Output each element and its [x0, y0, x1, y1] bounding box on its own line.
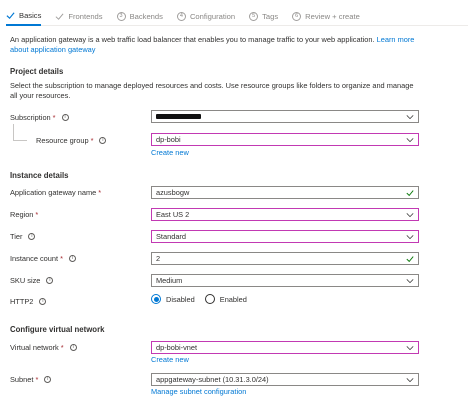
tab-frontends-label: Frontends: [68, 11, 103, 21]
chevron-down-icon: [406, 346, 414, 351]
intro-text: An application gateway is a web traffic …: [10, 35, 420, 55]
tab-tags-label: Tags: [262, 11, 279, 21]
resource-group-label: Resource group * i: [36, 134, 107, 146]
virtual-network-value: dp-bobi-vnet: [156, 343, 198, 352]
check-icon: [6, 11, 15, 20]
tab-backends-label: Backends: [129, 11, 163, 21]
info-icon[interactable]: i: [61, 113, 69, 121]
sku-size-dropdown[interactable]: Medium: [151, 274, 419, 287]
tab-basics-label: Basics: [19, 10, 42, 20]
chevron-down-icon: [406, 213, 414, 218]
region-value: East US 2: [156, 210, 190, 219]
http2-enabled-label: Enabled: [219, 294, 247, 304]
info-icon[interactable]: i: [28, 232, 36, 240]
info-icon[interactable]: i: [44, 375, 52, 383]
step-number: 4: [176, 11, 186, 21]
http2-label: HTTP2 i: [10, 295, 47, 307]
http2-enabled-radio[interactable]: Enabled: [204, 294, 247, 304]
instance-count-label: Instance count * i: [10, 252, 76, 264]
instance-details-heading: Instance details: [10, 171, 69, 180]
tier-label: Tier i: [10, 230, 36, 242]
subnet-value: appgateway-subnet (10.31.3.0/24): [156, 375, 269, 384]
chevron-down-icon: [406, 378, 414, 383]
info-icon[interactable]: i: [39, 297, 47, 305]
info-icon[interactable]: i: [46, 276, 54, 284]
tab-tags[interactable]: 5 Tags: [249, 6, 278, 26]
virtual-network-dropdown[interactable]: dp-bobi-vnet: [151, 341, 419, 354]
tab-review-create[interactable]: 6 Review + create: [292, 6, 360, 26]
step-number: 5: [249, 11, 259, 21]
wizard-tabs: Basics Frontends 3 Backends 4 Configurat…: [6, 6, 468, 26]
tab-configuration[interactable]: 4 Configuration: [176, 6, 236, 26]
virtual-network-heading: Configure virtual network: [10, 325, 105, 334]
gateway-name-input[interactable]: azusbogw: [151, 186, 419, 199]
project-details-description: Select the subscription to manage deploy…: [10, 81, 414, 100]
http2-disabled-radio[interactable]: Disabled: [151, 294, 195, 304]
info-icon[interactable]: i: [68, 254, 76, 262]
chevron-down-icon: [406, 138, 414, 143]
region-dropdown[interactable]: East US 2: [151, 208, 419, 221]
tab-backends[interactable]: 3 Backends: [116, 6, 163, 26]
required-marker: *: [90, 135, 94, 145]
tier-dropdown[interactable]: Standard: [151, 230, 419, 243]
info-icon[interactable]: i: [69, 343, 77, 351]
hierarchy-connector: [13, 124, 27, 141]
tab-frontends[interactable]: Frontends: [55, 6, 103, 26]
subscription-label: Subscription * i: [10, 111, 69, 123]
instance-count-value: 2: [156, 254, 161, 263]
subnet-dropdown[interactable]: appgateway-subnet (10.31.3.0/24): [151, 373, 419, 386]
tab-basics[interactable]: Basics: [6, 6, 42, 26]
required-marker: *: [52, 112, 56, 122]
subscription-dropdown[interactable]: [151, 110, 419, 123]
redacted-value: [156, 114, 201, 119]
subnet-label: Subnet * i: [10, 373, 52, 385]
required-marker: *: [35, 209, 39, 219]
chevron-down-icon: [406, 279, 414, 284]
intro-description: An application gateway is a web traffic …: [10, 35, 375, 44]
manage-subnet-configuration-link[interactable]: Manage subnet configuration: [151, 387, 246, 396]
required-marker: *: [60, 253, 63, 263]
create-new-vnet-link[interactable]: Create new: [151, 355, 189, 364]
tab-configuration-label: Configuration: [189, 11, 236, 21]
check-icon: [55, 12, 64, 21]
required-marker: *: [60, 342, 64, 352]
http2-disabled-label: Disabled: [166, 294, 195, 304]
required-marker: *: [35, 374, 39, 384]
step-number: 6: [292, 11, 302, 21]
tab-review-create-label: Review + create: [305, 11, 360, 21]
gateway-name-label: Application gateway name *: [10, 187, 102, 197]
resource-group-dropdown[interactable]: dp-bobi: [151, 133, 419, 146]
virtual-network-label: Virtual network * i: [10, 341, 77, 353]
resource-group-value: dp-bobi: [156, 135, 181, 144]
required-marker: *: [98, 187, 102, 197]
http2-radio-group: Disabled Enabled: [151, 294, 257, 304]
radio-empty-icon: [204, 294, 215, 304]
sku-size-label: SKU size i: [10, 274, 54, 286]
chevron-down-icon: [406, 235, 414, 240]
info-icon[interactable]: i: [99, 136, 107, 144]
step-number: 3: [116, 11, 126, 21]
valid-check-icon: [406, 190, 414, 197]
radio-selected-icon: [151, 294, 161, 304]
valid-check-icon: [406, 256, 414, 263]
project-details-heading: Project details: [10, 67, 64, 76]
chevron-down-icon: [406, 115, 414, 120]
instance-count-input[interactable]: 2: [151, 252, 419, 265]
create-new-resource-group-link[interactable]: Create new: [151, 148, 189, 157]
tier-value: Standard: [156, 232, 186, 241]
sku-size-value: Medium: [156, 276, 183, 285]
region-label: Region *: [10, 209, 39, 219]
gateway-name-value: azusbogw: [156, 188, 190, 197]
